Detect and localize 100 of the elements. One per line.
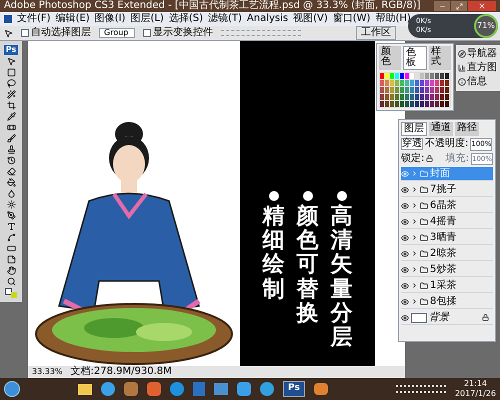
app-icon[interactable] xyxy=(147,382,161,396)
checkbox[interactable] xyxy=(21,29,29,37)
app-icon[interactable] xyxy=(170,382,184,396)
visibility-icon[interactable] xyxy=(401,314,409,322)
visibility-icon[interactable] xyxy=(401,250,409,258)
folder-icon xyxy=(420,202,428,210)
tool-icon[interactable] xyxy=(6,222,16,231)
dock-item[interactable]: 导航器 xyxy=(467,49,497,59)
layer-thumbnail xyxy=(411,312,427,322)
tool-icon[interactable] xyxy=(6,178,16,187)
panel-tab[interactable]: 路径 xyxy=(455,122,479,136)
expand-icon[interactable] xyxy=(411,266,418,273)
dock-item[interactable]: 直方图 xyxy=(467,63,497,73)
lock-icon[interactable] xyxy=(426,155,434,162)
layer-name: 5炒茶 xyxy=(430,264,456,274)
folder-app-icon[interactable] xyxy=(78,384,92,394)
visibility-icon[interactable] xyxy=(401,234,409,242)
panel-tab[interactable]: 色板 xyxy=(403,46,427,70)
app-icon[interactable] xyxy=(124,382,138,396)
layer-row[interactable]: 1采茶 xyxy=(401,279,493,293)
menu-item[interactable]: 帮助(H) xyxy=(375,14,411,24)
tool-icon[interactable] xyxy=(6,134,16,143)
visibility-icon[interactable] xyxy=(401,218,409,226)
blend-mode-dropdown[interactable]: 穿透 xyxy=(401,138,423,150)
expand-icon[interactable] xyxy=(411,202,418,209)
expand-icon[interactable] xyxy=(411,298,418,305)
group-dropdown[interactable]: Group xyxy=(99,28,135,38)
layer-name: 6晶茶 xyxy=(430,200,456,210)
expand-icon[interactable] xyxy=(411,218,418,225)
menu-item[interactable]: 编辑(E) xyxy=(56,14,90,24)
checkbox[interactable] xyxy=(143,29,151,37)
app-icon[interactable] xyxy=(314,383,328,395)
feature-text: 颜色可替换 xyxy=(296,205,318,326)
workspace-button[interactable]: 工作区 xyxy=(356,26,396,40)
lock-icon xyxy=(482,314,489,321)
expand-icon[interactable] xyxy=(411,234,418,241)
panel-tab[interactable]: 通道 xyxy=(429,122,453,136)
menu-item[interactable]: 图像(I) xyxy=(94,14,126,24)
tool-icon[interactable] xyxy=(6,211,16,220)
tool-icon[interactable] xyxy=(6,266,16,275)
folder-icon xyxy=(420,186,428,194)
checkbox-label: 自动选择图层 xyxy=(31,28,91,38)
menu-item[interactable]: 窗口(W) xyxy=(332,14,370,24)
tray-icons[interactable] xyxy=(396,385,446,393)
tool-icon[interactable] xyxy=(6,79,16,88)
bird-app-icon[interactable] xyxy=(237,382,251,396)
visibility-icon[interactable] xyxy=(401,202,409,210)
maximize-button[interactable] xyxy=(451,1,467,11)
visibility-icon[interactable] xyxy=(401,282,409,290)
expand-icon[interactable] xyxy=(411,282,418,289)
menu-item[interactable]: 选择(S) xyxy=(168,14,203,24)
tool-icon[interactable] xyxy=(6,277,16,286)
tool-icon[interactable] xyxy=(6,255,16,264)
tool-icon[interactable] xyxy=(6,167,16,176)
tool-icon[interactable] xyxy=(6,156,16,165)
layer-row[interactable]: 7挑子 xyxy=(401,183,493,197)
visibility-icon[interactable] xyxy=(401,186,409,194)
zoom-level: 33.33% xyxy=(32,368,63,376)
layer-row[interactable]: 背景 xyxy=(401,311,493,325)
layer-row[interactable]: 2晾茶 xyxy=(401,247,493,261)
app-icon[interactable] xyxy=(260,382,274,396)
layer-row[interactable]: 6晶茶 xyxy=(401,199,493,213)
menu-item[interactable]: 滤镜(T) xyxy=(208,14,242,24)
menu-item[interactable]: Analysis xyxy=(246,14,288,24)
tool-icon[interactable] xyxy=(6,233,16,242)
menu-item[interactable]: 文件(F) xyxy=(17,14,51,24)
color-swatches-icon[interactable] xyxy=(5,288,17,298)
tool-icon[interactable] xyxy=(6,189,16,198)
dock-item[interactable]: 信息 xyxy=(467,77,487,87)
tool-icon[interactable] xyxy=(6,200,16,209)
start-button[interactable] xyxy=(4,381,20,397)
folder-icon xyxy=(420,250,428,258)
panel-tab[interactable]: 颜色 xyxy=(379,46,401,70)
tool-icon[interactable] xyxy=(6,145,16,154)
menu-item[interactable]: 图层(L) xyxy=(130,14,164,24)
swatch-grid[interactable] xyxy=(379,72,451,108)
tool-icon[interactable] xyxy=(6,123,16,132)
layer-row[interactable]: 3晒青 xyxy=(401,231,493,245)
photoshop-taskbar-button[interactable]: Ps xyxy=(283,381,305,397)
layer-row[interactable]: 8包揉 xyxy=(401,295,493,309)
maximize-icon xyxy=(456,2,462,10)
browser-app-icon[interactable] xyxy=(101,382,115,396)
expand-icon[interactable] xyxy=(411,186,418,193)
layer-row[interactable]: 4摇青 xyxy=(401,215,493,229)
visibility-icon[interactable] xyxy=(401,298,409,306)
folder-icon xyxy=(420,234,428,242)
tool-icon[interactable] xyxy=(6,244,16,253)
menu-item[interactable]: 视图(V) xyxy=(293,14,328,24)
tool-icon[interactable] xyxy=(6,101,16,110)
layer-row[interactable]: 5炒茶 xyxy=(401,263,493,277)
app-icon xyxy=(4,15,12,23)
tool-icon[interactable] xyxy=(6,112,16,121)
layer-name: 8包揉 xyxy=(430,296,456,306)
move-tool-icon xyxy=(4,28,13,38)
tool-icon[interactable] xyxy=(6,90,16,99)
usage-gauge: 71% xyxy=(474,14,498,38)
visibility-icon[interactable] xyxy=(401,266,409,274)
panel-tab[interactable]: 图层 xyxy=(401,122,427,136)
panel-tab[interactable]: 样式 xyxy=(429,46,451,70)
expand-icon[interactable] xyxy=(411,250,418,257)
